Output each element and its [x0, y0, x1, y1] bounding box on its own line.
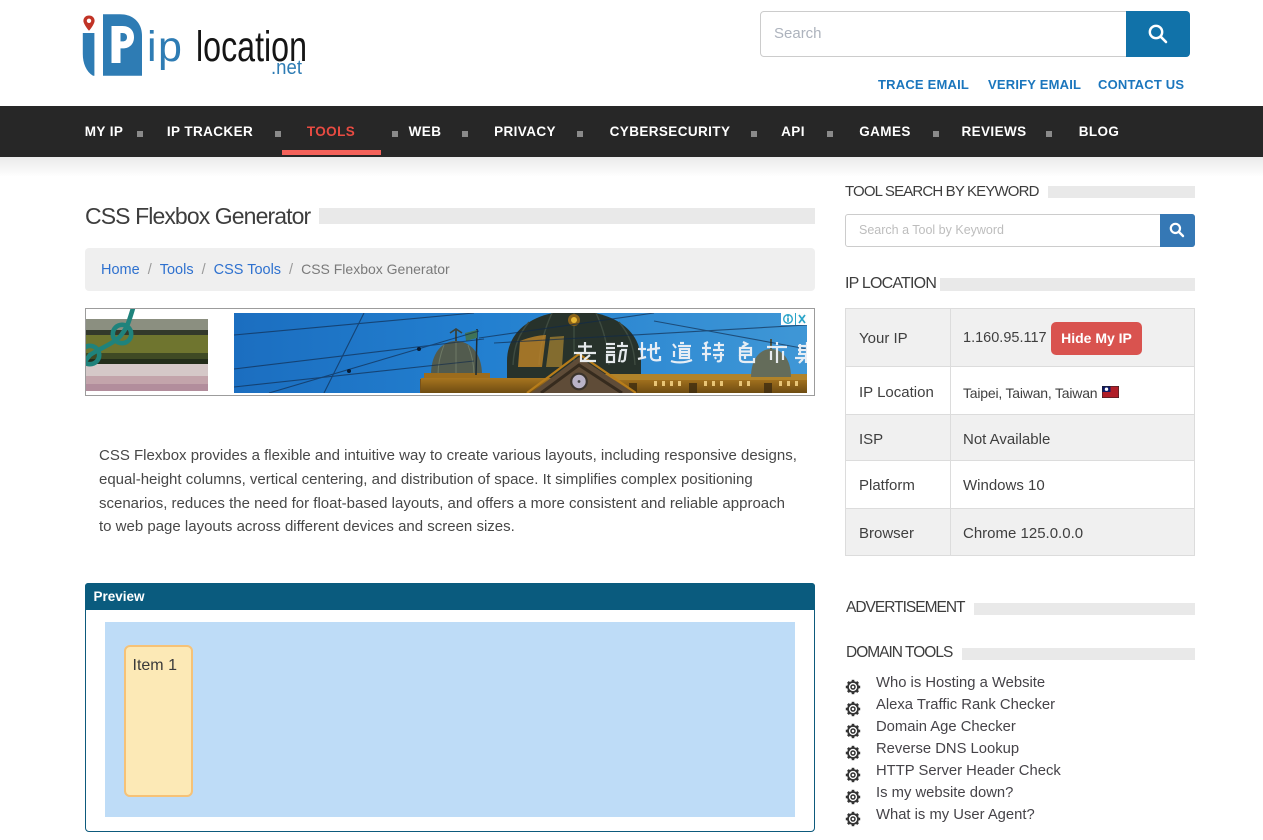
svg-text:.net: .net: [271, 57, 302, 79]
svg-text:ip: ip: [147, 23, 183, 71]
